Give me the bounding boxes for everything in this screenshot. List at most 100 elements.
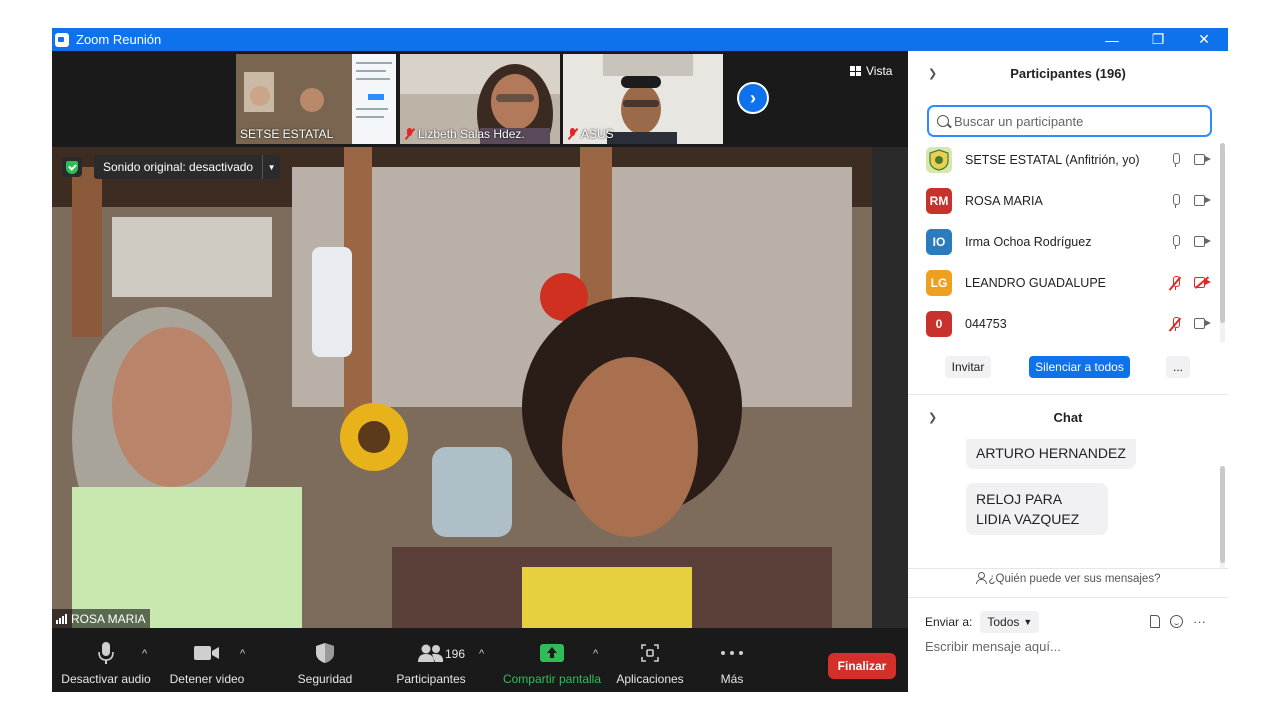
grid-view-icon (850, 66, 861, 76)
share-label: Compartir pantalla (502, 672, 602, 686)
participant-search[interactable] (927, 105, 1212, 137)
speaker-name-tag: ROSA MARIA (52, 609, 150, 628)
chat-divider (908, 568, 1228, 569)
participant-name: LEANDRO GUADALUPE (965, 275, 1107, 290)
stop-video-button[interactable]: Detener video (165, 628, 249, 692)
video-off-icon[interactable] (1194, 276, 1211, 289)
next-page-button[interactable]: › (737, 82, 769, 114)
shield-icon (315, 641, 335, 665)
meeting-toolbar: Desactivar audio ^ Detener video ^ Segur… (52, 628, 908, 692)
participants-title: Participantes (196) (1010, 65, 1126, 81)
window-title: Zoom Reunión (76, 32, 162, 47)
participants-icon (418, 641, 444, 665)
thumbnail-name: ASUS (567, 127, 614, 141)
original-sound-toggle[interactable]: Sonido original: desactivado ▼ (94, 155, 281, 179)
collapse-chat-chevron-icon[interactable]: ❯ (928, 411, 937, 424)
video-camera-icon[interactable] (1194, 236, 1211, 247)
muted-mic-icon (567, 128, 578, 140)
share-options-chevron-icon[interactable]: ^ (593, 648, 598, 660)
video-camera-icon[interactable] (1194, 154, 1211, 165)
shield-check-icon (66, 160, 78, 174)
avatar (926, 146, 952, 173)
speaker-video-feed (52, 147, 908, 628)
microphone-icon[interactable] (1170, 152, 1181, 167)
participant-name: ROSA MARIA (965, 193, 1043, 208)
apps-icon (640, 641, 660, 665)
send-to-dropdown[interactable]: Todos ▼ (980, 611, 1040, 633)
more-button[interactable]: Más (712, 628, 752, 692)
audio-options-chevron-icon[interactable]: ^ (142, 648, 147, 660)
participants-header: ❯ Participantes (196) (908, 51, 1228, 95)
microphone-icon[interactable] (1170, 193, 1181, 208)
muted-microphone-icon[interactable] (1168, 275, 1181, 291)
encryption-badge[interactable] (62, 157, 82, 177)
video-camera-icon[interactable] (1194, 195, 1211, 206)
participant-row[interactable]: SETSE ESTATAL (Anfitrión, yo) (926, 139, 1211, 180)
original-sound-label: Sonido original: desactivado (103, 160, 254, 174)
collapse-participants-chevron-icon[interactable]: ❯ (928, 67, 937, 80)
apps-label: Aplicaciones (616, 672, 684, 686)
participant-row[interactable]: RM ROSA MARIA (926, 180, 1211, 221)
gallery-thumbnail[interactable]: Lizbeth Salas Hdez. (400, 54, 560, 144)
search-icon (937, 115, 949, 127)
video-options-chevron-icon[interactable]: ^ (240, 648, 245, 660)
video-area: SETSE ESTATAL Lizbeth Salas Hdez. ASUS ›… (52, 51, 908, 628)
participant-name: Irma Ochoa Rodríguez (965, 234, 1092, 249)
chat-message: RELOJ PARA LIDIA VAZQUEZ (966, 483, 1108, 535)
mute-button[interactable]: Desactivar audio (60, 628, 152, 692)
chevron-down-icon: ▼ (1023, 617, 1033, 627)
close-button[interactable]: ✕ (1181, 28, 1227, 51)
participant-row[interactable]: IO Irma Ochoa Rodríguez (926, 221, 1211, 262)
chat-messages: ARTURO HERNANDEZ RELOJ PARA LIDIA VAZQUE… (908, 439, 1228, 559)
message-visibility-link[interactable]: ¿Quién puede ver sus mensajes? (908, 572, 1228, 585)
speaker-name: ROSA MARIA (71, 611, 146, 626)
share-screen-button[interactable]: Compartir pantalla (500, 628, 604, 692)
microphone-icon[interactable] (1170, 234, 1181, 249)
participant-search-input[interactable] (954, 113, 1194, 129)
side-panel: ❯ Participantes (196) SETSE ESTATAL (Anf… (908, 51, 1228, 692)
mute-all-button[interactable]: Silenciar a todos (1029, 356, 1130, 378)
chat-header: ❯ Chat (908, 395, 1228, 439)
participant-name: SETSE ESTATAL (Anfitrión, yo) (965, 152, 1140, 167)
video-camera-icon[interactable] (1194, 318, 1211, 329)
security-button[interactable]: Seguridad (290, 628, 360, 692)
participants-options-chevron-icon[interactable]: ^ (479, 648, 484, 660)
chat-more-icon[interactable]: ··· (1193, 614, 1206, 629)
participant-row[interactable]: 0 044753 (926, 303, 1211, 344)
view-label: Vista (866, 64, 893, 78)
chevron-down-icon[interactable]: ▼ (262, 155, 280, 179)
minimize-button[interactable]: — (1089, 28, 1135, 51)
avatar: 0 (926, 310, 952, 337)
send-to-label: Enviar a: (925, 615, 973, 629)
participants-scrollbar-thumb[interactable] (1220, 143, 1225, 323)
chat-input-divider (908, 597, 1228, 598)
participants-more-button[interactable]: ... (1166, 356, 1190, 378)
gallery-thumbnail[interactable]: ASUS (563, 54, 723, 144)
chat-message-input[interactable] (925, 639, 1215, 654)
share-screen-icon (540, 641, 564, 665)
person-icon (975, 572, 987, 584)
avatar: LG (926, 269, 952, 296)
mute-label: Desactivar audio (61, 672, 151, 686)
emoji-icon[interactable] (1170, 615, 1183, 628)
restore-button[interactable]: ❐ (1135, 28, 1181, 51)
muted-microphone-icon[interactable] (1168, 316, 1181, 332)
participant-row[interactable]: LG LEANDRO GUADALUPE (926, 262, 1211, 303)
file-icon[interactable] (1150, 615, 1160, 628)
gallery-thumbnail[interactable]: SETSE ESTATAL (236, 54, 396, 144)
video-camera-icon (194, 641, 220, 665)
title-bar: Zoom Reunión — ❐ ✕ (52, 28, 1228, 51)
invite-button[interactable]: Invitar (945, 356, 991, 378)
participants-label: Participantes (396, 672, 466, 686)
zoom-window: Zoom Reunión — ❐ ✕ SETSE ESTATAL Lizbeth… (52, 28, 1228, 692)
view-button[interactable]: Vista (850, 64, 892, 78)
active-speaker-video: Sonido original: desactivado ▼ ROSA MARI… (52, 147, 908, 628)
participant-name: 044753 (965, 316, 1007, 331)
participants-count-badge: 196 (445, 647, 466, 661)
apps-button[interactable]: Aplicaciones (614, 628, 686, 692)
chat-tools: ··· (1150, 614, 1206, 629)
chat-scrollbar-thumb[interactable] (1220, 466, 1225, 563)
chat-title: Chat (1053, 409, 1083, 425)
end-meeting-button[interactable]: Finalizar (828, 653, 896, 679)
signal-strength-icon (56, 613, 67, 624)
